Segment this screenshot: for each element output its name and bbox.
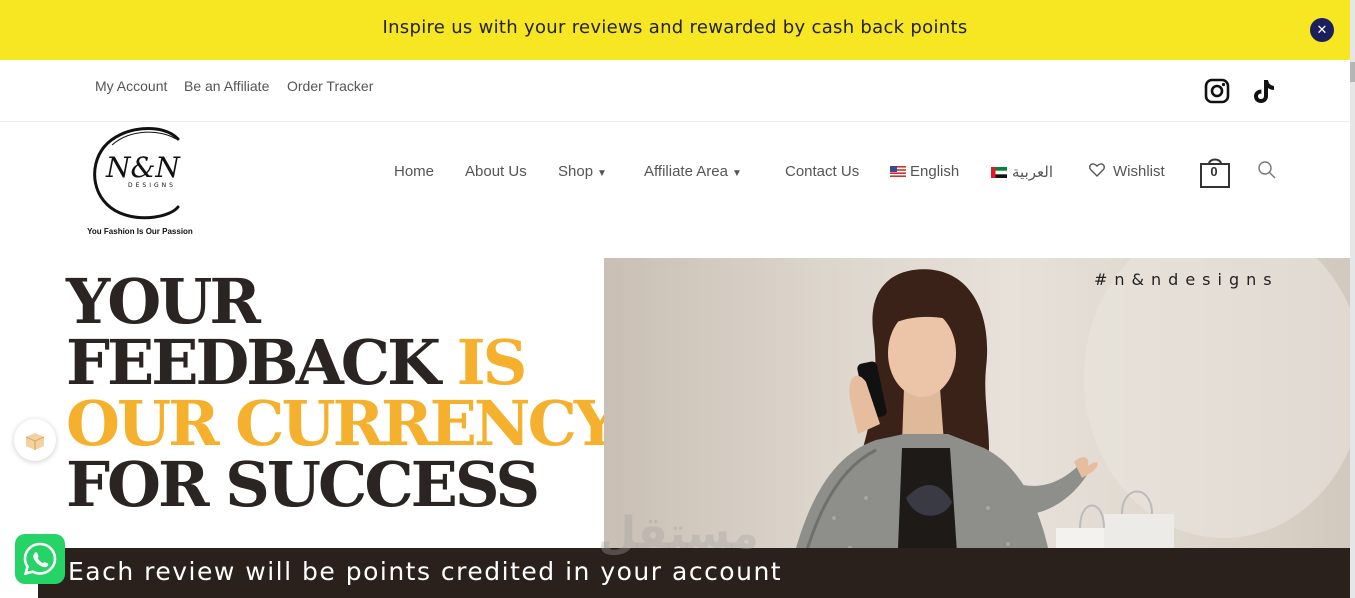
lang-english[interactable]: English: [890, 163, 959, 180]
announcement-bar: Inspire us with your reviews and rewarde…: [0, 0, 1355, 60]
top-utility-bar: My Account Be an Affiliate Order Tracker: [0, 60, 1350, 122]
whatsapp-button[interactable]: [15, 534, 65, 584]
my-account-link[interactable]: My Account: [95, 78, 167, 94]
scrollbar[interactable]: [1350, 0, 1355, 598]
hero-headline-line3: OUR CURRENCY: [66, 387, 618, 460]
logo-subtitle: DESIGNS: [128, 182, 176, 189]
heart-icon: [1089, 163, 1105, 177]
cart-button[interactable]: 0: [1200, 156, 1230, 188]
hero-headline-line2: FEEDBACK IS: [66, 332, 527, 394]
tiktok-icon[interactable]: [1249, 77, 1277, 105]
logo-text: N&N: [105, 151, 181, 184]
announcement-text: Inspire us with your reviews and rewarde…: [382, 17, 968, 38]
nav-about-us[interactable]: About Us: [465, 163, 527, 180]
order-tracker-link[interactable]: Order Tracker: [287, 78, 373, 94]
scrollbar-thumb[interactable]: [1350, 62, 1355, 82]
hero-band-text: Each review will be points credited in y…: [68, 557, 783, 586]
logo-mark: N&N DESIGNS: [93, 127, 181, 220]
search-icon[interactable]: [1257, 160, 1277, 180]
hero-headline-line4: FOR SUCCESS: [66, 448, 540, 521]
site-logo[interactable]: N&N DESIGNS You Fashion Is Our Passion: [80, 125, 202, 240]
rewards-button[interactable]: [14, 419, 56, 461]
hero-hashtag: #n&ndesigns: [1094, 270, 1279, 289]
hero-headline-line1: YOUR: [66, 265, 261, 338]
uae-flag-icon: [991, 167, 1007, 178]
gift-box-icon: [25, 433, 45, 450]
affiliate-link[interactable]: Be an Affiliate: [184, 78, 269, 94]
logo-tagline: You Fashion Is Our Passion: [87, 227, 193, 236]
nav-shop-label: Shop: [558, 163, 594, 180]
us-flag-icon: [890, 166, 906, 177]
cart-count: 0: [1210, 164, 1218, 179]
lang-arabic[interactable]: العربية: [991, 163, 1053, 181]
nav-wishlist-label: Wishlist: [1113, 163, 1165, 180]
chevron-down-icon: ▼: [731, 168, 742, 179]
nav-affiliate-area[interactable]: Affiliate Area ▼: [644, 163, 742, 180]
lang-english-label: English: [910, 163, 960, 180]
nav-wishlist[interactable]: Wishlist: [1089, 163, 1165, 180]
close-icon[interactable]: ✕: [1310, 18, 1334, 42]
nav-contact-us[interactable]: Contact Us: [785, 163, 859, 180]
nav-shop[interactable]: Shop ▼: [558, 163, 607, 180]
lang-arabic-label: العربية: [1012, 164, 1053, 181]
whatsapp-icon: [23, 542, 57, 576]
nav-home[interactable]: Home: [394, 163, 434, 180]
nav-affiliate-label: Affiliate Area: [644, 163, 728, 180]
watermark: مستقل: [598, 508, 759, 559]
instagram-icon[interactable]: [1203, 77, 1231, 105]
chevron-down-icon: ▼: [597, 168, 607, 179]
